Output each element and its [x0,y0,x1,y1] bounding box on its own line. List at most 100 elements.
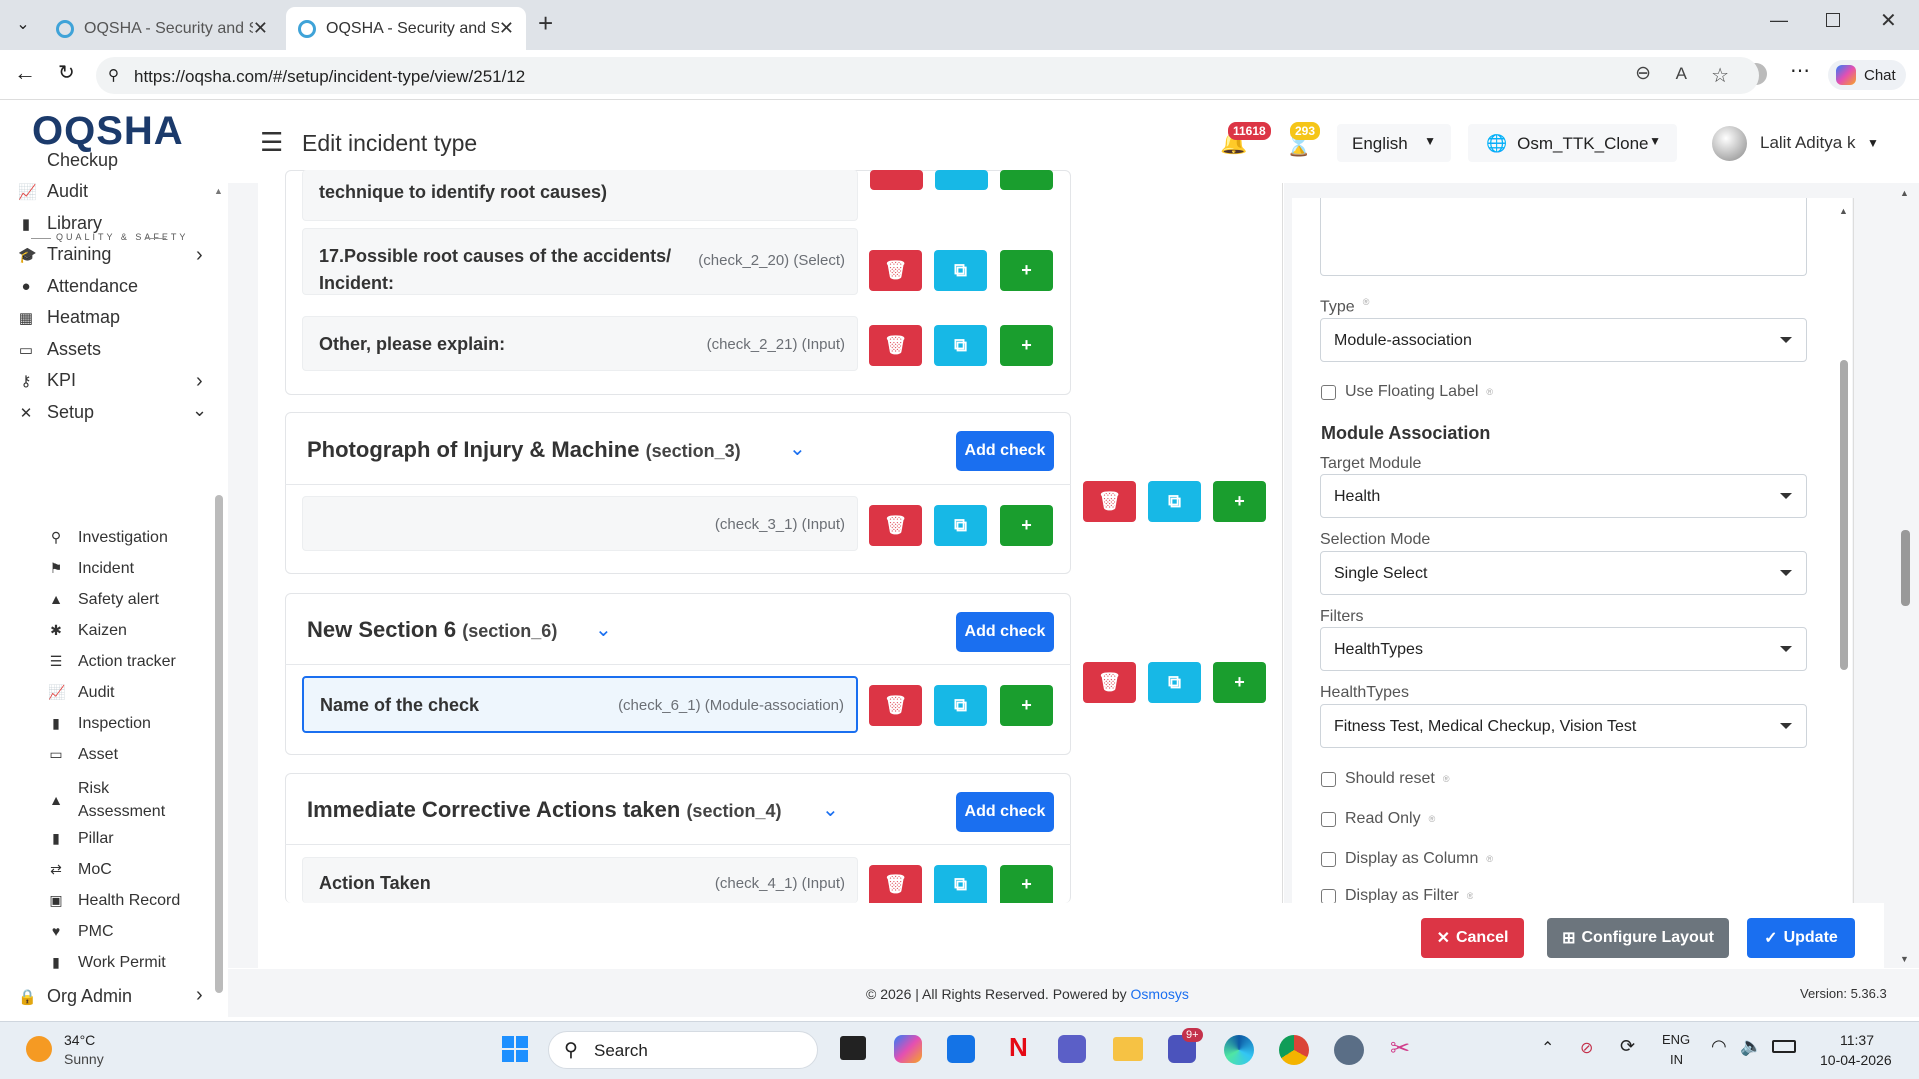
type-select[interactable]: Module-association [1320,318,1807,362]
weather-desc[interactable]: Sunny [64,1051,104,1067]
sidebar-scrollbar[interactable] [215,495,223,993]
tray-chevron-icon[interactable]: ⌃ [1541,1038,1554,1058]
sidebar-sub-health-record[interactable]: ▣ Health Record [48,892,180,910]
battery-icon[interactable] [1772,1040,1796,1053]
sidebar-item-training[interactable]: 🎓 Training [18,244,111,265]
sidebar-sub-audit[interactable]: 📈 Audit [48,684,114,702]
collapse-chevron-icon[interactable]: ⌄ [822,797,839,822]
copy-button[interactable]: ⧉ [934,865,987,903]
collapse-chevron-icon[interactable]: ⌄ [789,436,806,461]
should-reset-checkbox[interactable]: Should reset ® [1321,770,1449,788]
browser-tab-active[interactable]: OQSHA - Security and Safety | Rap ✕ [286,7,526,50]
sidebar-item-setup[interactable]: ✕ Setup [18,402,94,423]
language-select[interactable]: English ▼ [1337,124,1451,162]
settings-icon[interactable] [1334,1035,1364,1065]
add-check-button[interactable]: Add check [956,792,1054,832]
add-button[interactable]: + [1000,250,1053,291]
clock-time[interactable]: 11:37 [1840,1032,1874,1048]
close-tab-icon[interactable]: ✕ [499,18,514,39]
scroll-up-icon[interactable]: ▲ [1900,188,1909,198]
security-icon[interactable]: ⊘ [1580,1038,1593,1058]
check-row[interactable]: 17.Possible root causes of the accidents… [302,228,858,295]
file-explorer-icon[interactable] [1113,1037,1143,1061]
sidebar-sub-pillar[interactable]: ▮ Pillar [48,830,113,848]
delete-button[interactable]: 🗑 [869,325,922,366]
check-row[interactable]: Other, please explain: (check_2_21) (Inp… [302,316,858,371]
hamburger-icon[interactable]: ☰ [260,127,283,158]
copy-button[interactable]: ⧉ [934,325,987,366]
add-button[interactable] [1000,170,1053,190]
close-window-icon[interactable]: ✕ [1880,8,1897,33]
sidebar-sub-work-permit[interactable]: ▮ Work Permit [48,954,166,972]
netflix-icon[interactable]: N [1009,1032,1028,1063]
target-module-select[interactable]: Health [1320,474,1807,518]
delete-button[interactable]: 🗑 [869,250,922,291]
reload-icon[interactable]: ↻ [58,60,75,85]
wifi-icon[interactable]: ◠ [1711,1036,1727,1057]
add-section-button[interactable]: + [1213,662,1266,703]
check-row[interactable]: technique to identify root causes) [302,170,858,221]
add-button[interactable]: + [1000,685,1053,726]
check-row-selected[interactable]: Name of the check (check_6_1) (Module-as… [302,676,858,733]
sidebar-item-checkup[interactable]: Checkup [18,150,118,171]
copy-button[interactable] [935,170,988,190]
copy-button[interactable]: ⧉ [934,250,987,291]
copy-section-button[interactable]: ⧉ [1148,662,1201,703]
delete-section-button[interactable]: 🗑 [1083,662,1136,703]
sidebar-sub-risk-assessment[interactable]: ▲ Risk Assessment [48,777,165,823]
sidebar-sub-kaizen[interactable]: ✱ Kaizen [48,622,127,640]
sidebar-sub-incident[interactable]: ⚑ Incident [48,560,134,578]
start-icon[interactable] [502,1036,528,1062]
sidebar-item-assets[interactable]: ▭ Assets [18,339,101,360]
scroll-down-icon[interactable]: ▼ [1900,954,1909,964]
add-section-button[interactable]: + [1213,481,1266,522]
add-check-button[interactable]: Add check [956,612,1054,652]
delete-button[interactable]: 🗑 [869,685,922,726]
add-check-button[interactable]: Add check [956,431,1054,471]
zoom-icon[interactable]: ⊖ [1635,62,1651,85]
chrome-icon[interactable] [1279,1035,1309,1065]
chat-button[interactable]: Chat [1828,60,1906,90]
back-icon[interactable]: ← [14,60,36,86]
sidebar-sub-safety-alert[interactable]: ▲ Safety alert [48,591,159,609]
delete-button[interactable]: 🗑 [869,505,922,546]
sidebar-sub-inspection[interactable]: ▮ Inspection [48,715,151,733]
read-aloud-icon[interactable]: A [1676,64,1687,84]
teams-icon[interactable] [1058,1035,1086,1063]
display-as-column-checkbox[interactable]: Display as Column ® [1321,850,1493,868]
description-textarea[interactable] [1320,198,1807,276]
user-caret-icon[interactable]: ▼ [1867,136,1879,150]
copy-button[interactable]: ⧉ [934,505,987,546]
new-tab-icon[interactable]: + [538,8,553,39]
delete-button[interactable]: 🗑 [869,865,922,903]
panel-scrollbar[interactable] [1840,360,1848,670]
check-row[interactable]: Action Taken (check_4_1) (Input) [302,857,858,903]
tab-list-chevron-icon[interactable]: ⌄ [10,12,36,38]
add-button[interactable]: + [1000,505,1053,546]
snipping-tool-icon[interactable]: ✂ [1390,1034,1410,1063]
sidebar-item-heatmap[interactable]: ▦ Heatmap [18,307,120,328]
selection-mode-select[interactable]: Single Select [1320,551,1807,595]
scroll-up-icon[interactable]: ▲ [1839,206,1848,216]
use-floating-label-checkbox[interactable]: Use Floating Label ® [1321,383,1493,401]
task-view-icon[interactable] [840,1036,866,1060]
filters-select[interactable]: HealthTypes [1320,627,1807,671]
url-field[interactable]: ⚲ https://oqsha.com/#/setup/incident-typ… [96,57,1759,94]
weather-sun-icon[interactable] [26,1036,52,1062]
display-as-filter-checkbox[interactable]: Display as Filter ® [1321,887,1473,903]
delete-section-button[interactable]: 🗑 [1083,481,1136,522]
user-avatar[interactable] [1712,126,1747,161]
sidebar-sub-moc[interactable]: ⇄ MoC [48,861,112,879]
input-region[interactable]: IN [1670,1052,1683,1067]
add-button[interactable]: + [1000,325,1053,366]
update-button[interactable]: ✓ Update [1747,918,1855,958]
collapse-chevron-icon[interactable]: ⌄ [595,617,612,642]
user-name[interactable]: Lalit Aditya k [1760,133,1855,153]
copy-section-button[interactable]: ⧉ [1148,481,1201,522]
page-scrollbar[interactable] [1901,530,1910,606]
copy-button[interactable]: ⧉ [934,685,987,726]
sidebar-item-library[interactable]: ▮ Library [18,213,102,234]
check-row[interactable]: (check_3_1) (Input) [302,496,858,551]
close-tab-icon[interactable]: ✕ [253,18,268,39]
edge-icon[interactable] [1224,1035,1254,1065]
